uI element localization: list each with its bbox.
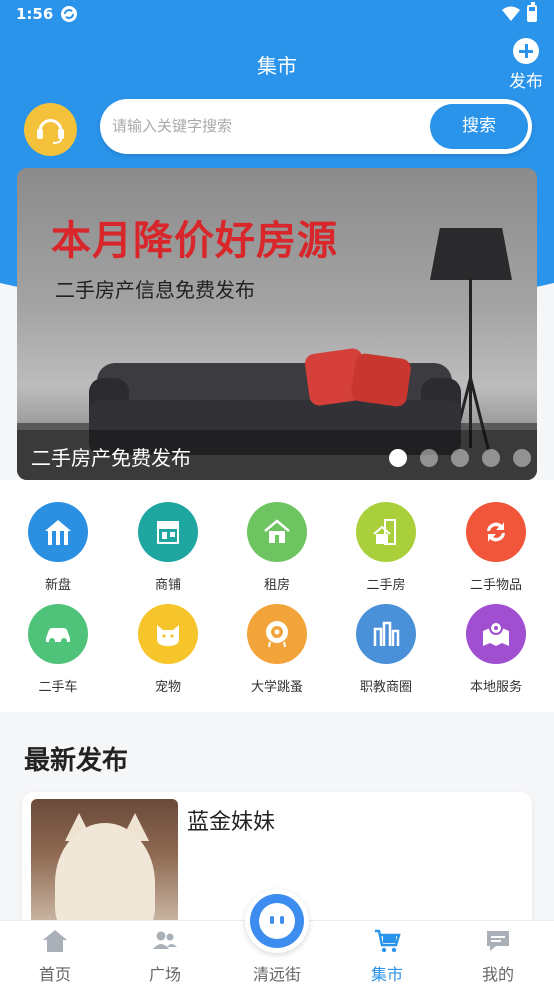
banner-headline: 本月降价好房源 [51, 218, 338, 264]
car-icon [28, 604, 88, 664]
category-label: 租房 [263, 578, 290, 593]
center-fab-button[interactable] [245, 889, 309, 953]
new-building-icon [28, 502, 88, 562]
tab-home[interactable]: 首页 [0, 921, 110, 986]
category-label: 二手车 [38, 680, 78, 695]
pet-cat-icon [138, 604, 198, 664]
category-label: 二手房 [366, 578, 406, 593]
category-label: 商铺 [154, 578, 181, 593]
pagination-dot[interactable] [389, 449, 407, 467]
category-label: 大学跳蚤 [250, 680, 303, 695]
robot-eye [270, 916, 274, 924]
pagination-dot[interactable] [420, 449, 438, 467]
listing-name: 蓝金妹妹 [187, 810, 276, 835]
tab-label: 我的 [481, 965, 514, 984]
lamp-pole [469, 278, 472, 448]
status-bar: 1:56 [0, 0, 554, 30]
category-shop[interactable]: 商铺 [113, 502, 223, 593]
robot-eye [280, 916, 284, 924]
category-flea-market[interactable]: 大学跳蚤 [222, 604, 332, 695]
status-time: 1:56 [16, 5, 54, 23]
local-service-map-icon [466, 604, 526, 664]
robot-face [259, 903, 295, 939]
category-second-hand-goods[interactable]: 二手物品 [441, 502, 551, 593]
category-pet[interactable]: 宠物 [113, 604, 223, 695]
plus-icon [513, 38, 539, 64]
customer-service-button[interactable] [24, 103, 77, 156]
second-hand-goods-icon [466, 502, 526, 562]
search-input[interactable] [112, 113, 412, 139]
section-title: 最新发布 [24, 746, 129, 776]
lamp-shade [430, 228, 512, 280]
listing-thumbnail [31, 799, 178, 939]
category-label: 二手物品 [469, 578, 522, 593]
pagination-dot[interactable] [513, 449, 531, 467]
people-icon [153, 931, 177, 949]
search-button[interactable]: 搜索 [430, 104, 528, 149]
banner-subline: 二手房产信息免费发布 [55, 278, 255, 302]
tab-label: 清远街 [252, 965, 301, 984]
sync-icon [61, 6, 77, 22]
category-rent[interactable]: 租房 [222, 502, 332, 593]
category-label: 职教商圈 [359, 680, 412, 695]
category-label: 新盘 [44, 578, 71, 593]
pagination-dot[interactable] [451, 449, 469, 467]
banner-pagination [389, 449, 531, 467]
vocational-district-icon [356, 604, 416, 664]
tab-label: 集市 [370, 965, 403, 984]
flea-market-eye-icon [247, 604, 307, 664]
category-car[interactable]: 二手车 [3, 604, 113, 695]
publish-button[interactable]: 发布 [506, 38, 546, 92]
market-page: 1:56 集市 发布 搜索 本月降价好房源 二手房产信息免费发布 [0, 0, 554, 986]
publish-label: 发布 [509, 72, 543, 92]
category-new-building[interactable]: 新盘 [3, 502, 113, 593]
tab-market[interactable]: 集市 [332, 921, 442, 986]
category-grid: 新盘 商铺 租房 二手房 二手物品 二手车 宠物 大学跳蚤 职教商圈 本地服务 [0, 480, 554, 712]
second-hand-house-icon [356, 502, 416, 562]
tab-label: 广场 [148, 965, 181, 984]
cart-icon [375, 929, 401, 953]
shop-icon [138, 502, 198, 562]
category-vocational-district[interactable]: 职教商圈 [331, 604, 441, 695]
page-title: 集市 [257, 54, 297, 78]
rent-house-icon [247, 502, 307, 562]
pillow [349, 352, 413, 408]
robot-face-icon [250, 894, 304, 948]
promo-banner[interactable]: 本月降价好房源 二手房产信息免费发布 二手房产免费发布 [17, 168, 537, 480]
headset-icon [37, 119, 64, 144]
battery-icon [527, 2, 537, 22]
wifi-icon [502, 6, 520, 21]
message-icon [487, 931, 509, 951]
banner-caption: 二手房产免费发布 [31, 446, 191, 470]
tab-label: 首页 [38, 965, 71, 984]
category-local-service[interactable]: 本地服务 [441, 604, 551, 695]
home-icon [43, 930, 67, 952]
tab-plaza[interactable]: 广场 [110, 921, 220, 986]
category-second-hand-house[interactable]: 二手房 [331, 502, 441, 593]
tab-mine[interactable]: 我的 [443, 921, 553, 986]
pagination-dot[interactable] [482, 449, 500, 467]
category-label: 宠物 [154, 680, 181, 695]
search-bar: 搜索 [100, 99, 532, 154]
category-label: 本地服务 [469, 680, 522, 695]
